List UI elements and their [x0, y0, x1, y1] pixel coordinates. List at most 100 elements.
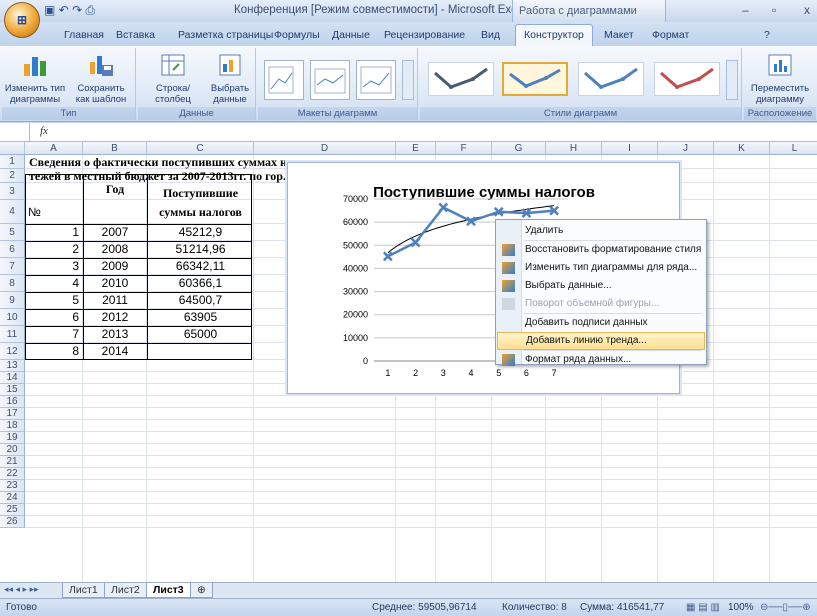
- select-data-button[interactable]: Выбрать данные: [206, 52, 254, 105]
- tab-home[interactable]: Главная: [64, 29, 104, 41]
- sheet-nav-arrows-icon[interactable]: ◂◂ ◂ ▸ ▸▸: [4, 584, 39, 595]
- y-tick-label: 20000: [343, 310, 368, 320]
- fx-icon[interactable]: fx: [40, 125, 48, 137]
- row-header-11[interactable]: 11: [0, 326, 25, 343]
- row-header-8[interactable]: 8: [0, 275, 25, 292]
- row-header-2[interactable]: 2: [0, 169, 25, 183]
- style-4-icon: [660, 67, 714, 89]
- print-preview-icon[interactable]: ⎙: [86, 3, 96, 17]
- row-header-20[interactable]: 20: [0, 444, 25, 456]
- row-header-10[interactable]: 10: [0, 309, 25, 326]
- chart-style-2[interactable]: [502, 62, 568, 96]
- menu-item-3[interactable]: Выбрать данные...: [497, 277, 705, 295]
- restore-icon[interactable]: ▫: [772, 3, 776, 17]
- insert-sheet-icon[interactable]: ⊕: [190, 583, 213, 598]
- tab-format[interactable]: Формат: [652, 29, 689, 41]
- menu-item-label: Поворот объемной фигуры...: [525, 298, 660, 309]
- tab-layout[interactable]: Макет: [604, 29, 634, 41]
- layouts-scroll[interactable]: [402, 60, 414, 100]
- chart-layout-1[interactable]: [264, 60, 304, 100]
- office-button[interactable]: ⊞: [4, 2, 40, 38]
- col-header-K[interactable]: K: [714, 142, 770, 155]
- chart-style-4[interactable]: [654, 62, 720, 96]
- x-tick-label: 3: [441, 368, 446, 378]
- menu-item-5[interactable]: Добавить подписи данных: [497, 314, 705, 332]
- row-header-14[interactable]: 14: [0, 372, 25, 384]
- menu-item-0[interactable]: Удалить: [497, 222, 705, 240]
- row-header-26[interactable]: 26: [0, 516, 25, 528]
- col-header-F[interactable]: F: [436, 142, 492, 155]
- menu-item-7[interactable]: Формат ряда данных...: [497, 351, 705, 369]
- row-header-18[interactable]: 18: [0, 420, 25, 432]
- view-buttons-icon[interactable]: ▦ ▤ ▥: [686, 602, 720, 613]
- col-header-D[interactable]: D: [254, 142, 396, 155]
- row-header-24[interactable]: 24: [0, 492, 25, 504]
- row-header-7[interactable]: 7: [0, 258, 25, 275]
- row-header-22[interactable]: 22: [0, 468, 25, 480]
- row-header-12[interactable]: 12: [0, 343, 25, 360]
- save-icon[interactable]: ▣: [44, 3, 55, 17]
- change-chart-type-button[interactable]: Изменить тип диаграммы: [4, 52, 66, 105]
- move-chart-button[interactable]: Переместить диаграмму: [746, 52, 814, 105]
- tab-view[interactable]: Вид: [481, 29, 500, 41]
- tab-page-layout[interactable]: Разметка страницы: [178, 29, 273, 41]
- row-header-13[interactable]: 13: [0, 360, 25, 372]
- zoom-slider[interactable]: ⊖──▯──⊕: [760, 602, 811, 613]
- menu-item-2[interactable]: Изменить тип диаграммы для ряда...: [497, 259, 705, 277]
- close-icon[interactable]: x: [804, 3, 810, 17]
- redo-icon[interactable]: ↷: [72, 3, 82, 17]
- sheet-tab-2[interactable]: Лист2: [104, 583, 147, 598]
- row-header-25[interactable]: 25: [0, 504, 25, 516]
- table-cell-year: 2013: [101, 327, 129, 341]
- row-header-1[interactable]: 1: [0, 155, 25, 169]
- table-cell-year: 2012: [101, 310, 129, 324]
- row-header-3[interactable]: 3: [0, 183, 25, 200]
- sheet-tab-3[interactable]: Лист3: [146, 583, 191, 598]
- select-all-corner[interactable]: [0, 142, 25, 155]
- x-tick-label: 1: [385, 368, 390, 378]
- switch-row-column-button[interactable]: Строка/столбец: [140, 52, 206, 105]
- col-header-G[interactable]: G: [492, 142, 546, 155]
- sheet-tab-1[interactable]: Лист1: [62, 583, 105, 598]
- minimize-icon[interactable]: –: [742, 3, 749, 17]
- row-header-15[interactable]: 15: [0, 384, 25, 396]
- row-header-6[interactable]: 6: [0, 241, 25, 258]
- styles-scroll[interactable]: [726, 60, 738, 100]
- menu-item-6[interactable]: Добавить линию тренда...: [497, 332, 705, 350]
- row-header-19[interactable]: 19: [0, 432, 25, 444]
- col-header-A[interactable]: A: [25, 142, 83, 155]
- status-sum: Сумма: 416541,77: [580, 602, 665, 613]
- style-2-icon: [509, 68, 561, 88]
- col-header-J[interactable]: J: [658, 142, 714, 155]
- row-header-4[interactable]: 4: [0, 200, 25, 224]
- col-header-E[interactable]: E: [396, 142, 436, 155]
- row-header-16[interactable]: 16: [0, 396, 25, 408]
- name-box[interactable]: [0, 123, 30, 141]
- row-header-5[interactable]: 5: [0, 224, 25, 241]
- col-header-H[interactable]: H: [546, 142, 602, 155]
- zoom-level[interactable]: 100%: [728, 602, 754, 613]
- col-header-B[interactable]: B: [83, 142, 147, 155]
- tab-design[interactable]: Конструктор: [515, 24, 593, 46]
- row-header-9[interactable]: 9: [0, 292, 25, 309]
- save-template-button[interactable]: Сохранить как шаблон: [70, 52, 132, 105]
- tab-review[interactable]: Рецензирование: [384, 29, 465, 41]
- col-header-I[interactable]: I: [602, 142, 658, 155]
- chart-layout-3[interactable]: [356, 60, 396, 100]
- col-header-C[interactable]: C: [147, 142, 254, 155]
- chart-layout-2[interactable]: [310, 60, 350, 100]
- undo-icon[interactable]: ↶: [59, 3, 69, 17]
- tab-data[interactable]: Данные: [332, 29, 370, 41]
- tab-formulas[interactable]: Формулы: [274, 29, 320, 41]
- tab-insert[interactable]: Вставка: [116, 29, 155, 41]
- row-header-23[interactable]: 23: [0, 480, 25, 492]
- row-header-17[interactable]: 17: [0, 408, 25, 420]
- chart-style-1[interactable]: [428, 62, 494, 96]
- x-tick-label: 6: [524, 368, 529, 378]
- chart-style-3[interactable]: [578, 62, 644, 96]
- row-header-21[interactable]: 21: [0, 456, 25, 468]
- col-header-L[interactable]: L: [770, 142, 817, 155]
- menu-item-1[interactable]: Восстановить форматирование стиля: [497, 241, 705, 259]
- help-icon[interactable]: ?: [764, 29, 770, 41]
- table-cell-sum: 60366,1: [178, 276, 223, 290]
